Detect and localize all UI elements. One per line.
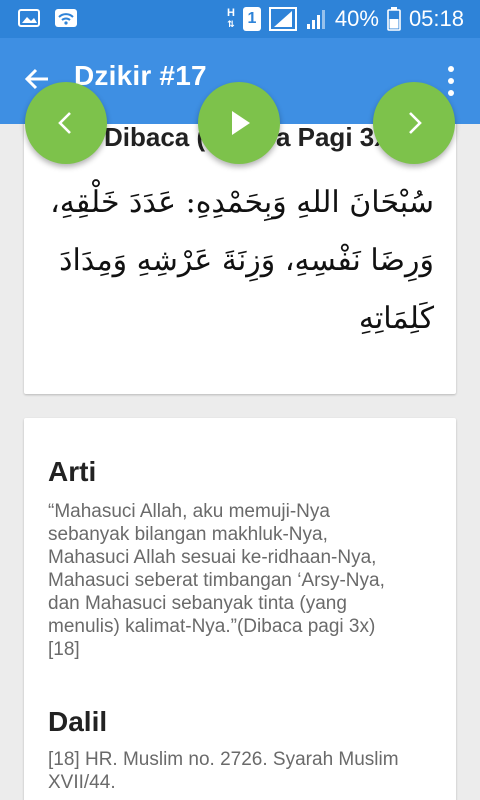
battery-icon <box>387 7 401 31</box>
chevron-left-icon <box>58 112 71 134</box>
dalil-text: [18] HR. Muslim no. 2726. Syarah Muslim … <box>48 749 399 793</box>
image-icon <box>18 8 40 28</box>
arti-text: “Mahasuci Allah, aku memuji-Nya sebanyak… <box>48 501 385 660</box>
status-bar: H ⇅ 1 40% 05:18 <box>0 0 480 38</box>
signal-h-icon: H ⇅ <box>226 7 235 30</box>
dalil-heading: Dalil <box>48 706 108 737</box>
wifi-icon <box>54 8 78 28</box>
chevron-right-icon <box>409 112 422 134</box>
dzikir-card: Dibaca (Dibaca Pagi 3x) سُبْحَانَ اللهِ … <box>24 124 456 394</box>
signal-bars-2-icon <box>305 8 327 30</box>
signal-bars-icon <box>268 7 297 31</box>
play-button[interactable] <box>198 82 280 164</box>
play-icon <box>232 111 250 135</box>
arti-heading: Arti <box>48 456 97 487</box>
arabic-text: سُبْحَانَ اللهِ وَبِحَمْدِهِ: عَدَدَ خَل… <box>50 185 434 336</box>
sim-slot: 1 <box>247 10 257 27</box>
more-vert-icon[interactable] <box>446 66 456 96</box>
next-button[interactable] <box>373 82 455 164</box>
network-type: H <box>226 7 235 19</box>
info-card: Arti “Mahasuci Allah, aku memuji-Nya seb… <box>24 418 456 800</box>
clock: 05:18 <box>408 6 464 31</box>
battery-percent: 40% <box>334 6 379 31</box>
content-scroll[interactable]: Dibaca (Dibaca Pagi 3x) سُبْحَانَ اللهِ … <box>0 124 480 800</box>
page-title: Dzikir #17 <box>74 60 207 91</box>
sim1-icon: 1 <box>242 7 261 31</box>
previous-button[interactable] <box>25 82 107 164</box>
